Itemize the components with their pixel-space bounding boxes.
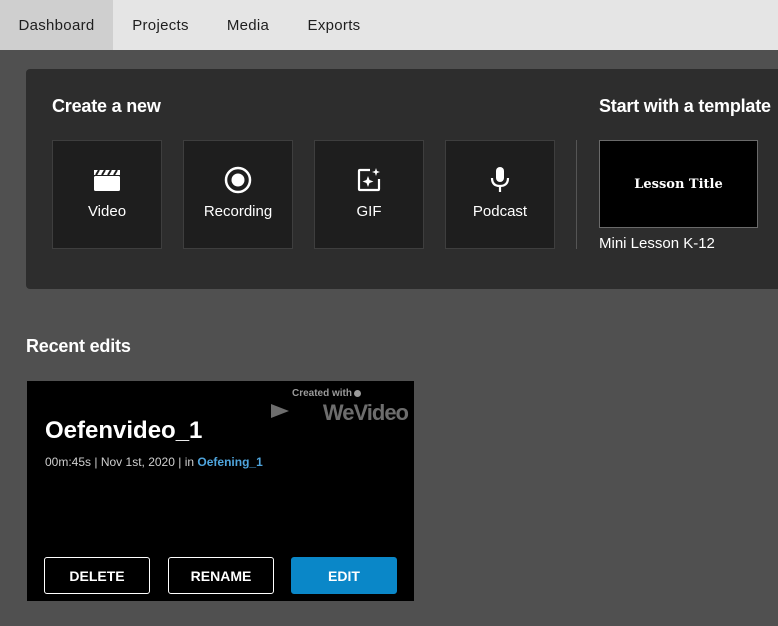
clapperboard-icon [53, 165, 161, 195]
rename-button[interactable]: RENAME [168, 557, 274, 594]
watermark-dot [354, 390, 361, 397]
tile-label: GIF [356, 203, 382, 220]
recent-edits-heading: Recent edits [26, 336, 131, 356]
project-card[interactable]: Created with WeVideo Oefenvideo_1 00m:45… [27, 381, 414, 601]
tile-label: Podcast [472, 203, 528, 220]
wevideo-logo-icon [271, 404, 289, 418]
template-thumb-text: Lesson Title [634, 176, 723, 192]
tab-exports[interactable]: Exports [288, 0, 380, 50]
create-gif-tile[interactable]: GIF [314, 140, 424, 249]
wevideo-watermark: Created with WeVideo [268, 387, 409, 427]
project-folder-link[interactable]: Oefening_1 [197, 455, 262, 469]
gif-sparkle-icon [315, 165, 423, 195]
create-video-tile[interactable]: Video [52, 140, 162, 249]
create-podcast-tile[interactable]: Podcast [445, 140, 555, 249]
create-recording-tile[interactable]: Recording [183, 140, 293, 249]
project-meta: 00m:45s | Nov 1st, 2020 | in Oefening_1 [45, 455, 263, 469]
project-in-label: in [184, 455, 195, 469]
template-heading: Start with a template [599, 96, 771, 116]
meta-separator: | [178, 455, 182, 469]
create-panel: Create a new Start with a template Video… [26, 69, 778, 289]
edit-button[interactable]: EDIT [291, 557, 397, 594]
project-title[interactable]: Oefenvideo_1 [45, 417, 202, 445]
delete-button[interactable]: DELETE [44, 557, 150, 594]
create-heading: Create a new [52, 96, 161, 116]
top-nav: Dashboard Projects Media Exports [0, 0, 778, 50]
template-thumbnail[interactable]: Lesson Title [599, 140, 758, 228]
tab-projects[interactable]: Projects [113, 0, 208, 50]
meta-separator: | [94, 455, 98, 469]
tile-label: Recording [203, 203, 273, 220]
template-name[interactable]: Mini Lesson K-12 [599, 235, 715, 252]
record-icon [184, 165, 292, 195]
project-duration: 00m:45s [45, 455, 92, 469]
project-date: Nov 1st, 2020 [100, 455, 175, 469]
watermark-brand: WeVideo [322, 400, 409, 425]
divider [576, 140, 577, 249]
tile-label: Video [87, 203, 127, 220]
tab-media[interactable]: Media [208, 0, 288, 50]
watermark-caption: Created with [291, 388, 352, 399]
microphone-icon [446, 165, 554, 195]
tab-dashboard[interactable]: Dashboard [0, 0, 113, 50]
